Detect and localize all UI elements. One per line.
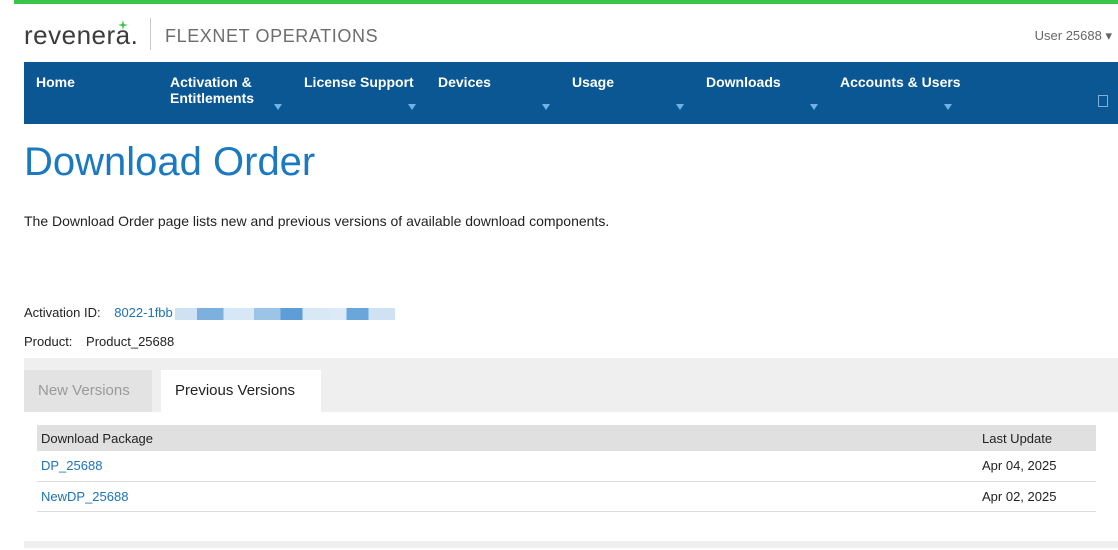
tab-new-versions[interactable]: New Versions bbox=[24, 370, 152, 412]
app-header: revenera. FLEXNET OPERATIONS User 25688 … bbox=[24, 14, 1118, 60]
caret-down-icon bbox=[810, 104, 818, 110]
activation-id-label: Activation ID: bbox=[24, 305, 101, 320]
table-card: Download Package Last Update DP_25688 Ap… bbox=[24, 412, 1118, 541]
product-value: Product_25688 bbox=[86, 334, 175, 349]
product-field: Product: Product_25688 bbox=[24, 334, 174, 349]
product-title: FLEXNET OPERATIONS bbox=[165, 26, 379, 46]
download-package-link[interactable]: DP_25688 bbox=[37, 451, 978, 482]
nav-item-usage[interactable]: Usage bbox=[560, 62, 694, 124]
page-title: Download Order bbox=[24, 140, 316, 184]
square-icon[interactable] bbox=[1098, 95, 1108, 107]
nav-item-label: Accounts & Users bbox=[840, 74, 961, 90]
nav-item-label: Devices bbox=[438, 74, 491, 90]
nav-item-label: Usage bbox=[572, 74, 615, 90]
caret-down-icon bbox=[944, 104, 952, 110]
caret-down-icon bbox=[542, 104, 550, 110]
download-table: Download Package Last Update DP_25688 Ap… bbox=[37, 425, 1096, 512]
logo-star-icon bbox=[118, 20, 128, 30]
nav-spacer bbox=[962, 62, 1118, 124]
nav-item-label: Home bbox=[36, 74, 75, 90]
header-divider bbox=[150, 18, 151, 50]
top-accent-bar bbox=[14, 0, 1118, 4]
activation-id-field: Activation ID: 8022-1fbb bbox=[24, 305, 395, 320]
nav-item-label: License Support bbox=[304, 74, 414, 90]
download-package-link[interactable]: NewDP_25688 bbox=[37, 481, 978, 512]
column-header-last-update[interactable]: Last Update bbox=[978, 425, 1096, 451]
caret-down-icon bbox=[676, 104, 684, 110]
tab-previous-versions[interactable]: Previous Versions bbox=[161, 370, 321, 412]
activation-id-link[interactable]: 8022-1fbb bbox=[114, 305, 173, 320]
main-nav: Home Activation & Entitlements License S… bbox=[24, 62, 1118, 124]
nav-item-home[interactable]: Home bbox=[24, 62, 158, 124]
version-tabs: New Versions Previous Versions bbox=[24, 370, 321, 412]
nav-item-downloads[interactable]: Downloads bbox=[694, 62, 828, 124]
redacted-block bbox=[174, 307, 395, 320]
table-header-row: Download Package Last Update bbox=[37, 425, 1096, 451]
table-row: NewDP_25688 Apr 02, 2025 bbox=[37, 481, 1096, 512]
last-update-cell: Apr 02, 2025 bbox=[978, 481, 1096, 512]
column-header-download-package[interactable]: Download Package bbox=[37, 425, 978, 451]
last-update-cell: Apr 04, 2025 bbox=[978, 451, 1096, 482]
page-description: The Download Order page lists new and pr… bbox=[24, 213, 610, 229]
caret-down-icon bbox=[274, 104, 282, 110]
nav-item-devices[interactable]: Devices bbox=[426, 62, 560, 124]
nav-item-license-support[interactable]: License Support bbox=[292, 62, 426, 124]
product-label: Product: bbox=[24, 334, 73, 349]
versions-panel: New Versions Previous Versions Download … bbox=[24, 358, 1118, 548]
user-menu[interactable]: User 25688 ▾ bbox=[1035, 28, 1112, 44]
table-row: DP_25688 Apr 04, 2025 bbox=[37, 451, 1096, 482]
nav-item-label: Activation & Entitlements bbox=[170, 74, 255, 106]
nav-item-accounts-users[interactable]: Accounts & Users bbox=[828, 62, 962, 124]
nav-item-label: Downloads bbox=[706, 74, 781, 90]
caret-down-icon bbox=[408, 104, 416, 110]
nav-item-activation-entitlements[interactable]: Activation & Entitlements bbox=[158, 62, 292, 124]
